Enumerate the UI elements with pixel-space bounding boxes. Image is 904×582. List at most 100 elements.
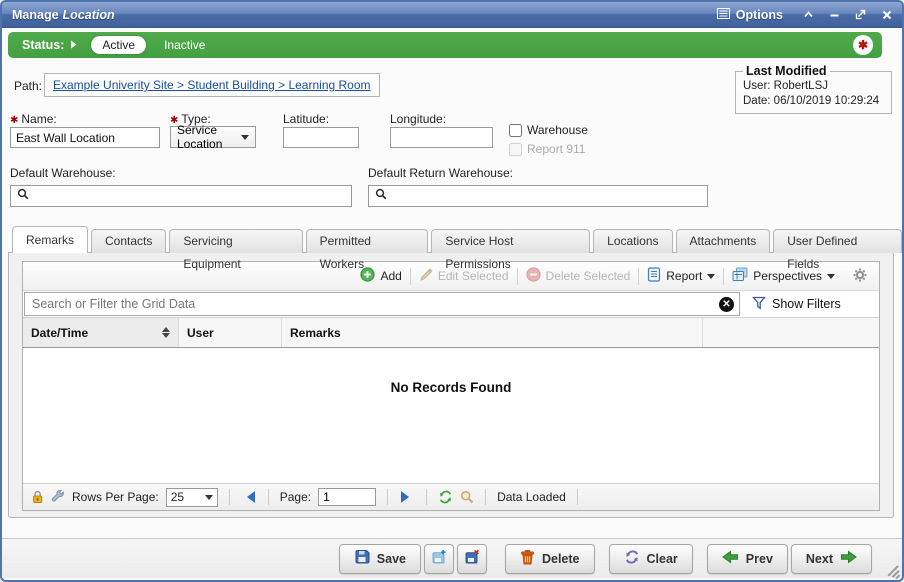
pager-divider — [485, 489, 486, 505]
column-header-remarks[interactable]: Remarks — [282, 318, 703, 347]
default-warehouse-label: Default Warehouse: — [10, 166, 116, 180]
titlebar: ManageLocation Options — [2, 2, 902, 28]
chevron-down-icon — [205, 495, 213, 504]
show-filters-button[interactable]: Show Filters — [740, 291, 841, 317]
pager-divider — [577, 489, 578, 505]
options-button[interactable]: Options — [717, 8, 783, 22]
status-option-inactive[interactable]: Inactive — [164, 38, 205, 52]
latitude-field[interactable] — [283, 127, 359, 148]
rows-per-page-select[interactable]: 25 — [166, 488, 218, 507]
grid-pager: Rows Per Page: 25 Page: — [23, 483, 879, 510]
popout-icon[interactable] — [855, 9, 867, 20]
search-icon — [17, 187, 29, 205]
next-button[interactable]: Next — [791, 544, 872, 574]
arrow-left-icon — [722, 550, 739, 567]
save-button[interactable]: Save — [339, 544, 421, 574]
edit-pencil-icon — [419, 268, 433, 285]
column-header-datetime[interactable]: Date/Time — [23, 318, 179, 347]
options-label: Options — [736, 8, 783, 22]
save-close-button[interactable] — [457, 544, 487, 574]
chevron-down-icon — [241, 135, 249, 144]
no-records-message: No Records Found — [23, 380, 879, 395]
grid-header-row: Date/Time User Remarks — [23, 318, 879, 348]
path-box: Example Univerity Site > Student Buildin… — [44, 73, 380, 97]
report911-checkbox — [509, 143, 522, 156]
rows-per-page-label: Rows Per Page: — [72, 490, 159, 504]
warehouse-checkbox-row: Warehouse — [509, 123, 588, 137]
pager-status: Data Loaded — [497, 490, 566, 504]
column-header-user[interactable]: User — [179, 318, 282, 347]
zoom-search-icon[interactable] — [460, 490, 474, 504]
previous-page-icon[interactable] — [241, 491, 255, 503]
required-asterisk-icon: ✱ — [10, 115, 18, 126]
pager-divider — [268, 489, 269, 505]
collapse-icon[interactable] — [803, 10, 814, 19]
tab-remarks[interactable]: Remarks — [12, 226, 88, 253]
default-return-warehouse-input[interactable] — [392, 189, 707, 203]
grid-settings-button[interactable] — [843, 268, 873, 285]
window-title: ManageLocation — [12, 8, 115, 22]
refresh-icon[interactable] — [438, 490, 453, 504]
perspectives-icon — [732, 267, 748, 285]
search-icon — [375, 187, 387, 205]
warehouse-checkbox[interactable] — [509, 124, 522, 137]
grid-search-input[interactable] — [25, 297, 719, 311]
footer-action-bar: Save Delete Clear — [2, 538, 902, 578]
options-icon — [717, 8, 730, 22]
lock-icon[interactable] — [31, 490, 44, 504]
tab-contacts[interactable]: Contacts — [91, 229, 166, 253]
chevron-down-icon — [707, 274, 715, 283]
tab-strip: Remarks Contacts Servicing Equipment Per… — [12, 226, 902, 253]
default-warehouse-field — [10, 185, 352, 207]
longitude-label: Longitude: — [390, 112, 446, 126]
last-modified-legend: Last Modified — [743, 64, 830, 78]
path-label: Path: — [14, 79, 42, 93]
sort-icon — [162, 323, 170, 342]
clear-button[interactable]: Clear — [609, 544, 693, 574]
report-button[interactable]: Report — [639, 267, 723, 285]
tab-locations[interactable]: Locations — [593, 229, 672, 253]
prev-button[interactable]: Prev — [707, 544, 788, 574]
remarks-tab-panel: Add Edit Selected Delete Selected — [8, 252, 894, 518]
tab-service-host-permissions[interactable]: Service Host Permissions — [431, 229, 590, 253]
delete-button[interactable]: Delete — [505, 544, 595, 574]
save-plus-floppy-icon — [431, 549, 447, 568]
name-field[interactable] — [10, 127, 160, 148]
next-page-icon[interactable] — [401, 491, 415, 503]
close-icon[interactable] — [882, 10, 892, 20]
tab-permitted-workers[interactable]: Permitted Workers — [306, 229, 429, 253]
perspectives-button[interactable]: Perspectives — [724, 267, 843, 285]
required-legend-button[interactable]: ✱ — [853, 35, 873, 55]
page-number-input[interactable] — [318, 488, 376, 506]
type-select[interactable]: Service Location — [170, 126, 256, 148]
last-modified-panel: Last Modified User: RobertLSJ Date: 06/1… — [735, 64, 892, 114]
default-warehouse-input[interactable] — [34, 189, 351, 203]
resize-handle[interactable] — [885, 563, 899, 577]
status-option-active[interactable]: Active — [91, 36, 146, 54]
save-floppy-icon — [354, 549, 370, 568]
clear-search-icon[interactable]: ✕ — [719, 297, 734, 312]
remarks-grid: Add Edit Selected Delete Selected — [22, 261, 880, 511]
wrench-icon[interactable] — [51, 490, 65, 504]
path-breadcrumb-link[interactable]: Example Univerity Site > Student Buildin… — [53, 78, 371, 92]
grid-filter-row: ✕ Show Filters — [23, 291, 879, 318]
window-title-entity: Location — [63, 8, 115, 22]
trash-icon — [520, 549, 535, 568]
save-add-button[interactable] — [424, 544, 454, 574]
column-header-empty — [703, 318, 879, 347]
pager-divider — [229, 489, 230, 505]
clear-refresh-icon — [624, 550, 640, 567]
tab-attachments[interactable]: Attachments — [676, 229, 771, 253]
manage-location-window: ManageLocation Options — [0, 0, 904, 582]
pager-divider — [387, 489, 388, 505]
tab-servicing-equipment[interactable]: Servicing Equipment — [169, 229, 302, 253]
delete-selected-button[interactable]: Delete Selected — [518, 267, 639, 285]
minimize-icon[interactable] — [829, 10, 840, 19]
default-return-warehouse-label: Default Return Warehouse: — [368, 166, 513, 180]
latitude-label: Latitude: — [283, 112, 329, 126]
longitude-field[interactable] — [390, 127, 493, 148]
tab-user-defined-fields[interactable]: User Defined Fields — [773, 229, 902, 253]
report911-checkbox-row: Report 911 — [509, 142, 585, 156]
funnel-icon — [752, 296, 766, 313]
gear-icon — [853, 271, 867, 285]
